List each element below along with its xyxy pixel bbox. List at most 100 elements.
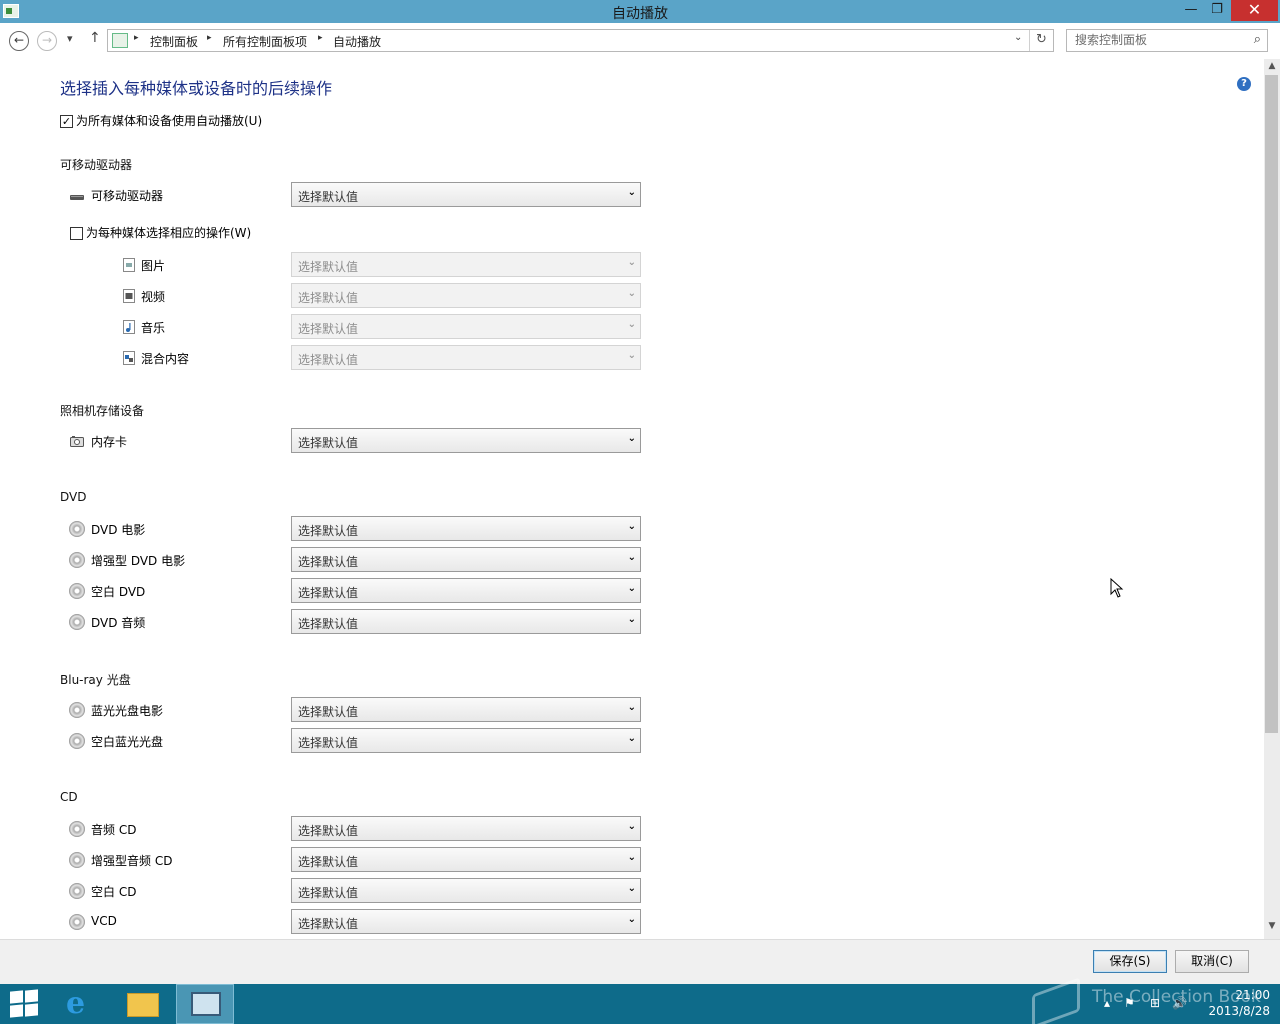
up-button[interactable]: ↑ (89, 30, 101, 46)
back-button[interactable]: ← (9, 31, 29, 51)
breadcrumb-all-items[interactable]: 所有控制面板项 (223, 33, 307, 50)
select-value: 选择默认值 (298, 736, 359, 750)
enhanced-dvd-label: 增强型 DVD 电影 (91, 554, 186, 568)
address-dropdown-icon[interactable]: ⌄ (1014, 32, 1026, 43)
dvd-audio-select[interactable]: 选择默认值 ⌄ (291, 609, 641, 634)
enhanced-audio-cd-select[interactable]: 选择默认值 ⌄ (291, 847, 641, 872)
blank-dvd-icon (69, 583, 85, 599)
page-title: 选择插入每种媒体或设备时的后续操作 (60, 79, 333, 98)
select-value: 选择默认值 (298, 886, 359, 900)
breadcrumb-autoplay[interactable]: 自动播放 (333, 33, 381, 50)
enhanced-audio-cd-icon (69, 852, 85, 868)
start-button[interactable] (0, 984, 50, 1024)
section-bluray: Blu-ray 光盘 (60, 671, 1253, 688)
chevron-down-icon: ⌄ (627, 583, 636, 594)
breadcrumb-separator[interactable]: ▸ (318, 33, 323, 43)
windows-logo-icon (10, 989, 40, 1018)
select-value: 选择默认值 (298, 586, 359, 600)
autoplay-all-label[interactable]: 为所有媒体和设备使用自动播放(U) (76, 112, 262, 129)
chevron-down-icon: ⌄ (627, 821, 636, 832)
minimize-button[interactable]: — (1178, 0, 1204, 21)
close-button[interactable]: ✕ (1231, 0, 1278, 21)
removable-drive-label: 可移动驱动器 (91, 189, 164, 203)
cancel-button[interactable]: 取消(C) (1175, 950, 1249, 973)
breadcrumb-separator[interactable]: ▸ (207, 33, 212, 43)
action-center-flag-icon[interactable]: ⚑ (1124, 996, 1135, 1010)
refresh-button[interactable]: ↻ (1029, 30, 1053, 51)
show-hidden-icons-icon[interactable]: ▴ (1104, 996, 1110, 1010)
mixed-content-select[interactable]: 选择默认值 ⌄ (291, 345, 641, 370)
search-input[interactable] (1075, 30, 1245, 50)
chevron-down-icon: ⌄ (627, 187, 636, 198)
picture-icon (123, 258, 135, 272)
vcd-select[interactable]: 选择默认值 ⌄ (291, 909, 641, 934)
select-value: 选择默认值 (298, 824, 359, 838)
clock[interactable]: 21:00 2013/8/28 (1200, 987, 1270, 1019)
vertical-scrollbar[interactable]: ▲ ▼ (1264, 59, 1280, 939)
blank-bluray-select[interactable]: 选择默认值 ⌄ (291, 728, 641, 753)
scroll-thumb[interactable] (1265, 75, 1278, 733)
picture-label: 图片 (141, 259, 166, 273)
breadcrumb-control-panel[interactable]: 控制面板 (150, 33, 198, 50)
select-value: 选择默认值 (298, 291, 359, 305)
per-media-checkbox[interactable] (70, 227, 83, 240)
search-icon[interactable]: ⌕ (1254, 32, 1261, 47)
chevron-down-icon: ⌄ (627, 552, 636, 563)
chevron-down-icon: ⌄ (627, 733, 636, 744)
dvd-movie-select[interactable]: 选择默认值 ⌄ (291, 516, 641, 541)
removable-drive-select[interactable]: 选择默认值 ⌄ (291, 182, 641, 207)
scroll-down-button[interactable]: ▼ (1264, 921, 1280, 937)
mixed-content-icon (123, 351, 135, 365)
bluray-movie-select[interactable]: 选择默认值 ⌄ (291, 697, 641, 722)
section-title: DVD (60, 490, 91, 504)
dvd-audio-label: DVD 音频 (91, 616, 146, 630)
save-button[interactable]: 保存(S) (1093, 950, 1167, 973)
video-select[interactable]: 选择默认值 ⌄ (291, 283, 641, 308)
chevron-down-icon: ⌄ (627, 350, 636, 361)
mouse-cursor-icon (1110, 578, 1124, 598)
picture-select[interactable]: 选择默认值 ⌄ (291, 252, 641, 277)
recent-locations-button[interactable]: ▾ (67, 32, 73, 45)
autoplay-all-checkbox[interactable]: ✓ (60, 115, 73, 128)
memory-card-label: 内存卡 (91, 435, 128, 449)
mixed-content-label: 混合内容 (141, 352, 190, 366)
enhanced-dvd-icon (69, 552, 85, 568)
select-value: 选择默认值 (298, 436, 359, 450)
internet-explorer-icon: e (66, 986, 86, 1021)
search-box[interactable]: ⌕ (1066, 29, 1268, 52)
music-select[interactable]: 选择默认值 ⌄ (291, 314, 641, 339)
breadcrumb-separator[interactable]: ▸ (134, 33, 139, 43)
blank-dvd-select[interactable]: 选择默认值 ⌄ (291, 578, 641, 603)
window-title: 自动播放 (612, 6, 668, 22)
music-label: 音乐 (141, 321, 166, 335)
blank-bluray-label: 空白蓝光光盘 (91, 735, 164, 749)
chevron-down-icon: ⌄ (627, 319, 636, 330)
per-media-label[interactable]: 为每种媒体选择相应的操作(W) (86, 224, 251, 241)
address-bar[interactable]: ▸ 控制面板 ▸ 所有控制面板项 ▸ 自动播放 ⌄ ↻ (107, 29, 1054, 52)
audio-cd-icon (69, 821, 85, 837)
help-icon[interactable]: ? (1237, 77, 1251, 91)
volume-icon[interactable]: 🔊 (1172, 996, 1187, 1010)
dvd-movie-icon (69, 521, 85, 537)
select-value: 选择默认值 (298, 617, 359, 631)
taskbar-file-explorer[interactable] (114, 984, 172, 1024)
music-icon (123, 320, 135, 334)
chevron-down-icon: ⌄ (627, 852, 636, 863)
title-bar: 自动播放 — ❐ ✕ (0, 0, 1280, 23)
camera-icon (70, 436, 84, 447)
blank-cd-label: 空白 CD (91, 885, 137, 899)
blank-bluray-icon (69, 733, 85, 749)
memory-card-select[interactable]: 选择默认值 ⌄ (291, 428, 641, 453)
forward-button[interactable]: → (37, 31, 57, 51)
audio-cd-select[interactable]: 选择默认值 ⌄ (291, 816, 641, 841)
maximize-button[interactable]: ❐ (1204, 0, 1230, 21)
blank-cd-select[interactable]: 选择默认值 ⌄ (291, 878, 641, 903)
enhanced-dvd-select[interactable]: 选择默认值 ⌄ (291, 547, 641, 572)
taskbar-control-panel[interactable] (176, 984, 234, 1024)
select-value: 选择默认值 (298, 353, 359, 367)
control-panel-icon (191, 992, 221, 1016)
network-icon[interactable]: ⊞ (1150, 996, 1160, 1010)
chevron-down-icon: ⌄ (627, 883, 636, 894)
taskbar-internet-explorer[interactable]: e (52, 984, 110, 1024)
watermark-logo-icon (1032, 977, 1080, 1029)
